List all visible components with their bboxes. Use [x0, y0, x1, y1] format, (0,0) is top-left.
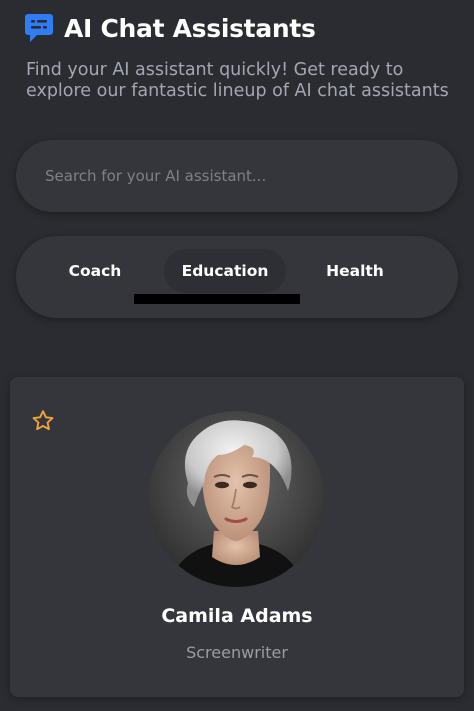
- header: AI Chat Assistants: [24, 12, 316, 44]
- star-outline-icon[interactable]: [31, 409, 55, 433]
- assistant-card[interactable]: Camila Adams Screenwriter: [10, 377, 464, 697]
- page-subtitle: Find your AI assistant quickly! Get read…: [26, 60, 449, 101]
- app-title: AI Chat Assistants: [64, 13, 316, 43]
- assistant-name: Camila Adams: [161, 605, 313, 627]
- avatar: [148, 411, 324, 587]
- tab-coach[interactable]: Coach: [54, 249, 136, 293]
- active-tab-indicator: [134, 294, 300, 304]
- search-bar[interactable]: [16, 140, 458, 212]
- assistant-role: Screenwriter: [186, 643, 288, 662]
- chat-bubble-icon: [25, 14, 53, 42]
- avatar-portrait: [148, 411, 324, 587]
- category-tabs: Coach Education Health: [16, 236, 458, 318]
- tab-health[interactable]: Health: [312, 249, 398, 293]
- tab-education[interactable]: Education: [164, 249, 286, 293]
- search-input[interactable]: [43, 166, 427, 186]
- app-screen: AI Chat Assistants Find your AI assistan…: [0, 0, 474, 711]
